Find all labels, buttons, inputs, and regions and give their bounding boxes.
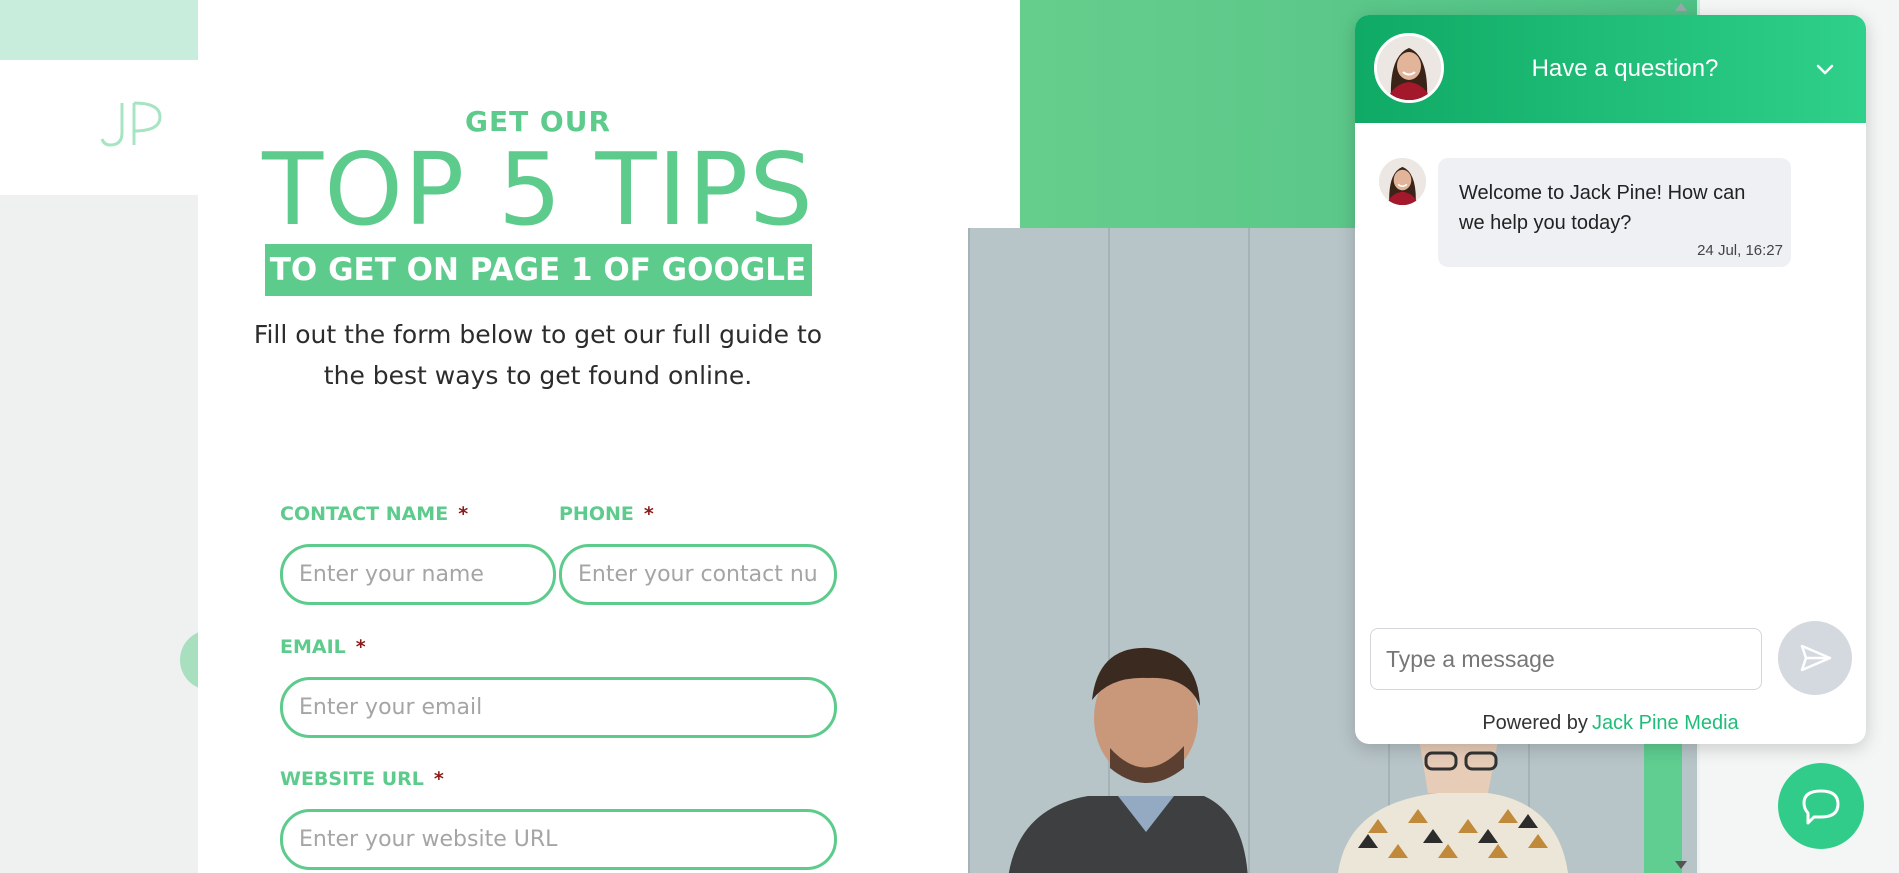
powered-by: Powered by Jack Pine Media — [1355, 712, 1866, 735]
message-text: Welcome to Jack Pine! How can we help yo… — [1459, 182, 1746, 234]
phone-input[interactable] — [559, 544, 837, 605]
agent-avatar — [1374, 33, 1444, 103]
chat-launcher-button[interactable] — [1778, 763, 1864, 849]
green-bar — [1644, 728, 1682, 873]
contact-name-input[interactable] — [280, 544, 556, 605]
chat-title: Have a question? — [1531, 55, 1719, 82]
email-label-text: EMAIL — [280, 636, 346, 658]
hero-heading: GET OUR TOP 5 TIPS TO GET ON PAGE 1 OF G… — [248, 105, 828, 396]
chevron-down-icon[interactable] — [1810, 55, 1840, 85]
chat-bubble-icon — [1802, 789, 1840, 825]
contact-name-label: CONTACT NAME * — [280, 503, 468, 525]
send-button[interactable] — [1778, 621, 1852, 695]
required-marker: * — [458, 503, 469, 525]
jack-pine-media-link[interactable]: Jack Pine Media — [1592, 712, 1739, 734]
email-label: EMAIL * — [280, 636, 366, 658]
person-illustration — [1008, 647, 1248, 873]
message-timestamp: 24 Jul, 16:27 — [1697, 242, 1783, 259]
required-marker: * — [643, 503, 654, 525]
chat-message-input[interactable] — [1370, 628, 1762, 690]
email-input[interactable] — [280, 677, 837, 738]
chat-header: Have a question? — [1355, 15, 1866, 123]
website-url-input[interactable] — [280, 809, 837, 870]
phone-label: PHONE * — [559, 503, 654, 525]
phone-label-text: PHONE — [559, 503, 634, 525]
send-icon — [1800, 644, 1832, 672]
chat-widget: Have a question? Welcome to Jack Pine! H… — [1355, 15, 1866, 744]
message-avatar — [1379, 158, 1426, 205]
contact-name-label-text: CONTACT NAME — [280, 503, 449, 525]
scroll-up-arrow[interactable] — [1675, 3, 1687, 11]
required-marker: * — [433, 768, 444, 790]
hero-subtitle: Fill out the form below to get our full … — [253, 320, 823, 390]
agent-avatar-image — [1377, 36, 1441, 100]
scroll-down-arrow[interactable] — [1675, 861, 1687, 869]
hero-band: TO GET ON PAGE 1 OF GOOGLE — [264, 244, 812, 296]
website-url-label-text: WEBSITE URL — [280, 768, 424, 790]
hero-top-tips: TOP 5 TIPS — [262, 131, 814, 248]
powered-by-text: Powered by — [1482, 712, 1588, 734]
required-marker: * — [355, 636, 366, 658]
background-logo — [100, 101, 162, 147]
website-url-label: WEBSITE URL * — [280, 768, 444, 790]
person-illustration — [1338, 733, 1568, 873]
message-avatar-image — [1379, 158, 1426, 205]
message-bubble: Welcome to Jack Pine! How can we help yo… — [1438, 158, 1791, 267]
